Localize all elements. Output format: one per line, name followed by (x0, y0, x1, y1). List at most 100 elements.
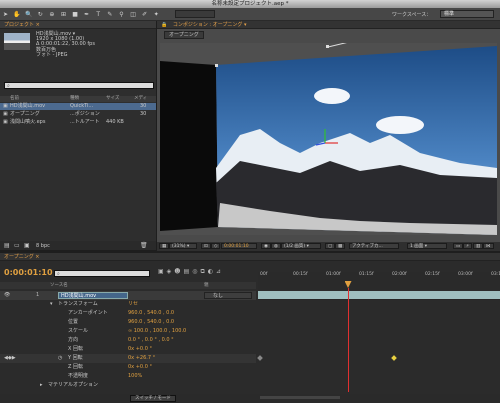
rectangle-mask-icon[interactable]: ■ (71, 10, 80, 19)
pen-tool-icon[interactable]: ✒ (82, 10, 91, 19)
brainstorm-icon[interactable]: ⧉ (200, 268, 207, 275)
property-label: アンカーポイント (68, 310, 108, 316)
orbit-camera-icon[interactable]: ⊕ (47, 10, 56, 19)
bpc-label[interactable]: 8 bpc (36, 243, 50, 249)
expand-triangle-icon[interactable]: ▸ (40, 381, 43, 390)
brush-tool-icon[interactable]: ✎ (105, 10, 114, 19)
property-value[interactable]: 960.0 , 540.0 , 0.0 (128, 309, 174, 318)
hide-shy-layers-icon[interactable]: ☻ (174, 268, 183, 275)
time-ruler[interactable]: 00f 00:15f 01:00f 01:15f 02:00f 02:15f 03:00f 0… (258, 272, 500, 290)
keyframe-navigator-icon[interactable]: ◀◆▶ (4, 354, 16, 363)
transform-property-row[interactable]: スケール ∞ 100.0 , 100.0 , 100.0 (0, 327, 256, 336)
property-label: Y 回転 (68, 355, 83, 361)
layer-duration-bar[interactable] (258, 291, 500, 300)
flowchart-icon[interactable]: ⋈ (483, 243, 494, 249)
transform-property-row[interactable]: X 回転 0x +0.0 ° (0, 345, 256, 354)
project-item[interactable]: ▣ 浅間山噴火.eps ...トルアート 440 KB (0, 119, 156, 126)
zoom-slider[interactable] (260, 396, 340, 399)
material-options-group[interactable]: ▸ マテリアルオプション (0, 381, 256, 390)
axis-mode-selector[interactable] (175, 10, 215, 18)
property-value[interactable]: 100% (128, 372, 142, 381)
comp-navigator-button[interactable]: オープニング (164, 31, 204, 39)
transform-property-row[interactable]: 方向 0.0 ° , 0.0 ° , 0.0 ° (0, 336, 256, 345)
project-tab[interactable]: プロジェクト × (0, 21, 156, 29)
composition-viewer[interactable] (160, 36, 497, 235)
rotation-tool-icon[interactable]: ↻ (36, 10, 45, 19)
layer-row[interactable]: 👁 1 HD浅間山.mov なし (0, 291, 256, 300)
playhead-line[interactable] (347, 288, 349, 392)
project-item-rate: 30 (140, 111, 147, 117)
zoom-dropdown[interactable]: (31%) ▾ (169, 243, 197, 249)
project-item[interactable]: ▣ オープニング ...ポジション 30 (0, 111, 156, 118)
type-tool-icon[interactable]: T (94, 10, 103, 19)
parent-dropdown[interactable]: なし (204, 292, 252, 299)
col-parent[interactable]: 親 (204, 282, 209, 289)
comp-mini-flowchart-icon[interactable]: ▣ (158, 268, 167, 275)
new-comp-icon[interactable]: ▣ (24, 242, 30, 249)
toggle-switches-modes[interactable]: スイッチ / モード (130, 395, 176, 402)
layer-corner-handle[interactable] (215, 64, 218, 67)
viewer-timecode[interactable]: 0:00:01:10 (221, 243, 257, 249)
property-value[interactable]: 0.0 ° , 0.0 ° , 0.0 ° (128, 336, 174, 345)
composition-tab[interactable]: 🔒 コンポジション : オープニング ▾ (157, 21, 500, 29)
property-value[interactable]: 0x +0.0 ° (128, 345, 152, 354)
new-folder-icon[interactable]: ▭ (14, 242, 20, 249)
channel-icon[interactable]: ◍ (271, 243, 281, 249)
property-label: スケール (68, 328, 89, 334)
workspace-dropdown[interactable]: 標準 (440, 10, 494, 18)
current-time-display[interactable]: 0:00:01:10 (4, 268, 53, 277)
col-size[interactable]: サイズ (106, 96, 119, 102)
roto-brush-icon[interactable]: ✐ (140, 10, 149, 19)
lock-icon[interactable]: 🔒 (161, 22, 167, 28)
always-preview-icon[interactable]: ▦ (159, 243, 170, 249)
project-search-input[interactable]: ⌕ (4, 82, 154, 89)
timeline-search-input[interactable]: ⌕ (54, 270, 150, 277)
col-rate[interactable]: メディ (134, 96, 147, 102)
zoom-tool-icon[interactable]: 🔍 (24, 10, 33, 19)
property-value[interactable]: 0x +26.7 ° (128, 354, 155, 363)
mask-visibility-icon[interactable]: ◇ (211, 243, 221, 249)
fast-preview-icon[interactable]: ⚡ (463, 243, 473, 249)
transparency-grid-icon[interactable]: ▩ (335, 243, 346, 249)
selection-tool-icon[interactable]: ➤ (1, 10, 10, 19)
transform-property-row[interactable]: 位置 960.0 , 540.0 , 0.0 (0, 318, 256, 327)
snapshot-icon[interactable]: ◉ (261, 243, 271, 249)
col-type[interactable]: 種類 (70, 96, 79, 102)
transform-property-row[interactable]: アンカーポイント 960.0 , 540.0 , 0.0 (0, 309, 256, 318)
camera-view-dropdown[interactable]: アクティブカ... (349, 243, 399, 249)
view-layout-dropdown[interactable]: 1 画面 ▾ (407, 243, 447, 249)
stopwatch-icon[interactable]: ◷ (58, 354, 62, 363)
property-label: 位置 (68, 319, 79, 325)
transform-property-row[interactable]: ◀◆▶ ◷ Y 回転 0x +26.7 ° (0, 354, 256, 363)
property-value[interactable]: ∞ 100.0 , 100.0 , 100.0 (128, 327, 186, 336)
clone-stamp-icon[interactable]: ⚲ (117, 10, 126, 19)
eraser-tool-icon[interactable]: ◫ (129, 10, 138, 19)
property-value[interactable]: 960.0 , 540.0 , 0.0 (128, 318, 174, 327)
transform-group[interactable]: ▾ トランスフォーム リセ (0, 300, 256, 309)
col-source-name[interactable]: ソース名 (50, 282, 68, 289)
transform-reset[interactable]: リセ (128, 300, 138, 309)
timeline-tab[interactable]: オープニング × (0, 253, 500, 261)
expand-triangle-icon[interactable]: ▾ (50, 300, 53, 309)
interpret-footage-icon[interactable]: ▤ (4, 242, 10, 249)
pixel-aspect-icon[interactable]: ▭ (453, 243, 464, 249)
eye-icon[interactable]: 👁 (4, 291, 10, 300)
puppet-pin-icon[interactable]: ✦ (152, 10, 161, 19)
safe-zones-icon[interactable]: ⊡ (201, 243, 211, 249)
layer-name[interactable]: HD浅間山.mov (58, 292, 128, 299)
layer-handle[interactable] (326, 45, 329, 48)
resolution-dropdown[interactable]: (1/2 画質) ▾ (281, 243, 321, 249)
col-name[interactable]: 名前 (10, 96, 19, 102)
trash-icon[interactable]: 🗑 (140, 242, 148, 249)
project-item[interactable]: ▣ HD浅間山.mov QuickTi... 30 (0, 103, 156, 110)
transform-property-row[interactable]: Z 回転 0x +0.0 ° (0, 363, 256, 372)
region-of-interest-icon[interactable]: ▢ (325, 243, 336, 249)
timeline-icon[interactable]: ▥ (473, 243, 484, 249)
pan-behind-icon[interactable]: ⊞ (59, 10, 68, 19)
frame-blending-icon[interactable]: ▤ (184, 268, 193, 275)
graph-editor-icon[interactable]: ◐ (208, 268, 216, 275)
transform-property-row[interactable]: 不透明度 100% (0, 372, 256, 381)
hand-tool-icon[interactable]: ✋ (13, 10, 22, 19)
property-value[interactable]: 0x +0.0 ° (128, 363, 152, 372)
graph-editor-icon-2[interactable]: ⊿ (216, 268, 224, 275)
